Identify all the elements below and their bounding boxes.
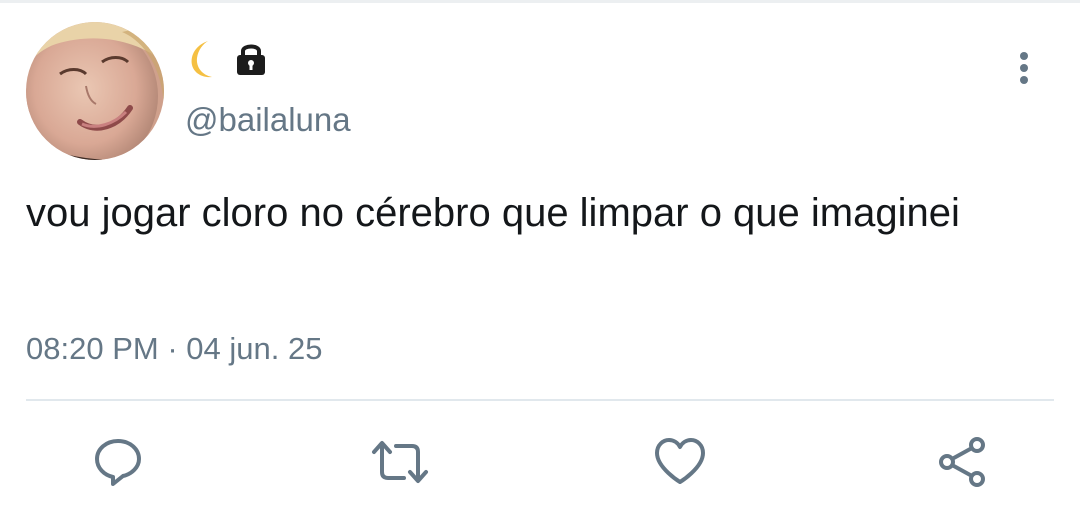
reply-button[interactable] (90, 434, 146, 490)
lock-icon (234, 41, 268, 77)
timestamp-separator: · (167, 331, 178, 366)
top-divider (0, 0, 1080, 3)
more-options-icon[interactable] (1011, 47, 1037, 89)
retweet-button[interactable] (372, 434, 428, 490)
moon-icon (186, 39, 220, 79)
reply-icon (92, 436, 144, 488)
share-icon (935, 435, 989, 489)
tweet-time: 08:20 PM (26, 331, 159, 366)
avatar[interactable] (26, 22, 164, 160)
display-name (186, 38, 268, 80)
tweet-text: vou jogar cloro no cérebro que limpar o … (26, 191, 960, 235)
like-button[interactable] (652, 434, 708, 490)
tweet-timestamp: 08:20 PM · 04 jun. 25 (26, 326, 322, 372)
share-button[interactable] (934, 434, 990, 490)
tweet-date: 04 jun. 25 (186, 331, 323, 366)
user-handle[interactable]: @bailaluna (185, 98, 351, 142)
retweet-icon (370, 438, 430, 486)
like-icon (653, 437, 707, 487)
actions-divider (26, 399, 1054, 401)
